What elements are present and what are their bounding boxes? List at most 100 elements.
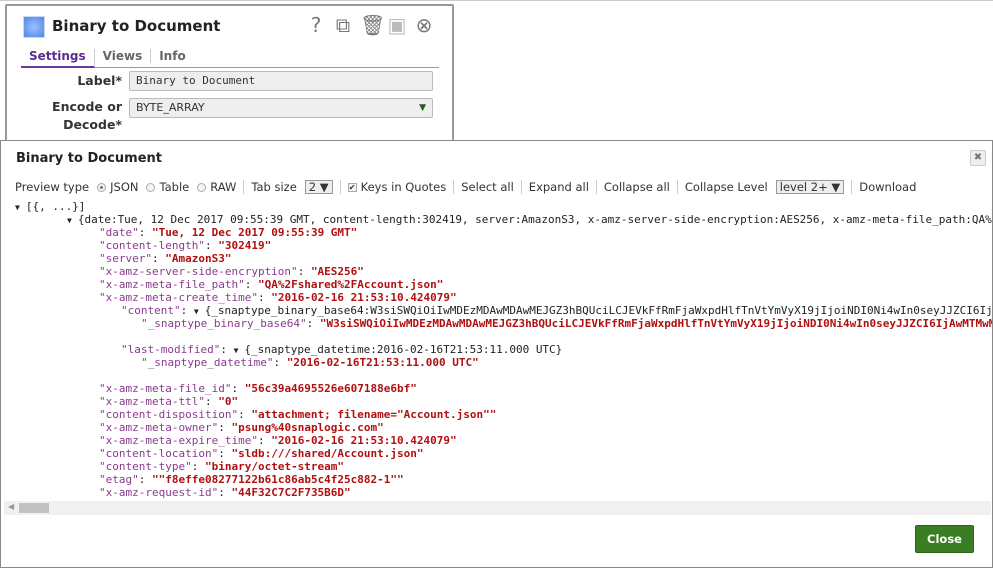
download-button[interactable]: Download [859, 180, 916, 194]
json-key: "content-length" [99, 239, 205, 252]
tree-row: "x-amz-request-id": "44F32C7C2F735B6D" [99, 486, 351, 499]
json-value: "2016-02-16 21:53:10.424079" [271, 291, 457, 304]
json-value: "W3siSWQiOiIwMDEzMDAwMDAwMEJGZ3hBQUciLCJ… [319, 317, 992, 330]
tree-row: "_snaptype_datetime": "2016-02-16T21:53:… [141, 356, 479, 369]
tree-row: "x-amz-meta-owner": "psung%40snaplogic.c… [99, 421, 384, 434]
tree-row: "x-amz-server-side-encryption": "AES256" [99, 265, 364, 278]
select-all-button[interactable]: Select all [461, 180, 514, 194]
save-icon[interactable]: ▣ [387, 14, 407, 36]
encode-field-label-1: Encode or [52, 99, 122, 114]
keys-in-quotes-label[interactable]: Keys in Quotes [361, 180, 447, 194]
tab-settings[interactable]: Settings [21, 49, 95, 68]
snap-title: Binary to Document [52, 17, 221, 35]
json-key: "x-amz-meta-create_time" [99, 291, 258, 304]
json-value: "psung%40snaplogic.com" [231, 421, 384, 434]
expand-toggle-icon[interactable]: ▼ [234, 346, 239, 355]
json-key: "content-location" [99, 447, 219, 460]
tree-row: ▼ {date:Tue, 12 Dec 2017 09:55:39 GMT, co… [67, 213, 992, 226]
snap-settings-panel: Binary to Document ? ⧉ 🗑 ▣ ⊗ Settings Vi… [5, 4, 454, 154]
json-key: "_snaptype_datetime" [141, 356, 274, 369]
label-input[interactable]: Binary to Document [129, 71, 433, 91]
json-key: "server" [99, 252, 152, 265]
json-key: "x-amz-meta-file_id" [99, 382, 232, 395]
tab-size-select[interactable]: 2 ▼ [304, 180, 333, 194]
tree-row: "server": "AmazonS3" [99, 252, 232, 265]
keys-in-quotes-checkbox[interactable]: ✔ [347, 182, 357, 192]
json-value: "QA%2Fshared%2FAccount.json" [257, 278, 444, 291]
radio-raw[interactable] [197, 182, 207, 192]
json-key: "x-amz-meta-ttl" [99, 395, 205, 408]
json-value: "56c39a4695526e607188e6bf" [244, 382, 417, 395]
top-border [0, 0, 993, 1]
json-value: "AmazonS3" [165, 252, 232, 265]
radio-json[interactable] [97, 182, 107, 192]
tree-row: "content": ▼ {_snaptype_binary_base64:W3s… [121, 304, 992, 317]
tab-views[interactable]: Views [95, 49, 152, 63]
tree-row: "content-type": "binary/octet-stream" [99, 460, 345, 473]
expand-toggle-icon[interactable]: ▼ [67, 216, 72, 225]
close-icon[interactable]: ⊗ [414, 14, 434, 36]
tree-row: "x-amz-meta-create_time": "2016-02-16 21… [99, 291, 457, 304]
radio-raw-label[interactable]: RAW [210, 180, 236, 194]
json-key: "last-modified" [121, 343, 221, 356]
json-key: "x-amz-meta-expire_time" [99, 434, 258, 447]
json-key: "content" [121, 304, 181, 317]
tree-row: "date": "Tue, 12 Dec 2017 09:55:39 GMT" [99, 226, 358, 239]
json-key: "content-type" [99, 460, 192, 473]
json-key: "etag" [99, 473, 139, 486]
json-key: "x-amz-meta-file_path" [99, 278, 245, 291]
json-value: "2016-02-16 21:53:10.424079" [271, 434, 457, 447]
json-value: "binary/octet-stream" [204, 460, 345, 473]
trash-icon[interactable]: 🗑 [360, 14, 385, 36]
json-key: "_snaptype_binary_base64" [141, 317, 307, 330]
tab-info[interactable]: Info [151, 49, 193, 63]
encode-field-label-2: Decode* [63, 117, 122, 132]
collapse-level-label: Collapse Level [684, 180, 768, 194]
help-icon[interactable]: ? [306, 14, 326, 36]
expand-toggle-icon[interactable]: ▼ [15, 203, 20, 212]
json-value: "sldb:///shared/Account.json" [231, 447, 424, 460]
label-field-label: Label* [77, 73, 122, 88]
json-key: "x-amz-server-side-encryption" [99, 265, 298, 278]
json-tree: ▼ [{, ...}] ▼ {date:Tue, 12 Dec 2017 09:55:… [1, 200, 992, 506]
radio-table-label[interactable]: Table [159, 180, 189, 194]
radio-json-label[interactable]: JSON [110, 180, 138, 194]
encode-value: BYTE_ARRAY [136, 101, 205, 114]
tree-row: "x-amz-meta-file_path": "QA%2Fshared%2FA… [99, 278, 444, 291]
tab-size-label: Tab size [251, 180, 297, 194]
scrollbar-thumb[interactable] [19, 503, 49, 513]
close-button[interactable]: Close [915, 525, 974, 553]
preview-dialog: Binary to Document ✖ Preview type JSON T… [0, 140, 993, 568]
preview-type-label: Preview type [15, 180, 90, 194]
dialog-title: Binary to Document [16, 151, 162, 166]
tree-row: "content-disposition": "attachment; file… [99, 408, 497, 421]
json-value: "Tue, 12 Dec 2017 09:55:39 GMT" [152, 226, 358, 239]
scroll-left-icon[interactable]: ◀ [8, 502, 14, 511]
json-summary: {_snaptype_datetime:2016-02-16T21:53:11.… [244, 343, 563, 356]
json-value: "0" [218, 395, 239, 408]
settings-tabs: Settings Views Info [21, 48, 439, 68]
json-summary: [{, ...}] [25, 200, 86, 213]
tree-row: "last-modified": ▼ {_snaptype_datetime:20… [121, 343, 563, 356]
json-key: "x-amz-request-id" [99, 486, 219, 499]
json-value: "2016-02-16T21:53:11.000 UTC" [286, 356, 479, 369]
encode-decode-select[interactable]: BYTE_ARRAY ▼ [129, 98, 433, 118]
dropdown-arrow-icon: ▼ [419, 103, 426, 113]
tree-row: "x-amz-meta-ttl": "0" [99, 395, 239, 408]
horizontal-scrollbar[interactable]: ◀ [4, 501, 991, 515]
json-value: "44F32C7C2F735B6D" [231, 486, 351, 499]
expand-toggle-icon[interactable]: ▼ [194, 307, 199, 316]
tree-row: ▼ [{, ...}] [15, 200, 85, 213]
collapse-level-select[interactable]: level 2+ ▼ [775, 180, 845, 194]
maximize-icon[interactable]: ⧉ [333, 14, 353, 36]
json-key: "date" [99, 226, 139, 239]
tree-row: "x-amz-meta-file_id": "56c39a4695526e607… [99, 382, 417, 395]
snap-icon [23, 16, 45, 38]
json-value: "attachment; filename="Account.json"" [251, 408, 497, 421]
expand-all-button[interactable]: Expand all [529, 180, 589, 194]
close-icon[interactable]: ✖ [970, 150, 986, 166]
collapse-all-button[interactable]: Collapse all [604, 180, 670, 194]
tree-row: "content-location": "sldb:///shared/Acco… [99, 447, 424, 460]
json-summary: {date:Tue, 12 Dec 2017 09:55:39 GMT, con… [77, 213, 992, 226]
radio-table[interactable] [146, 182, 156, 192]
